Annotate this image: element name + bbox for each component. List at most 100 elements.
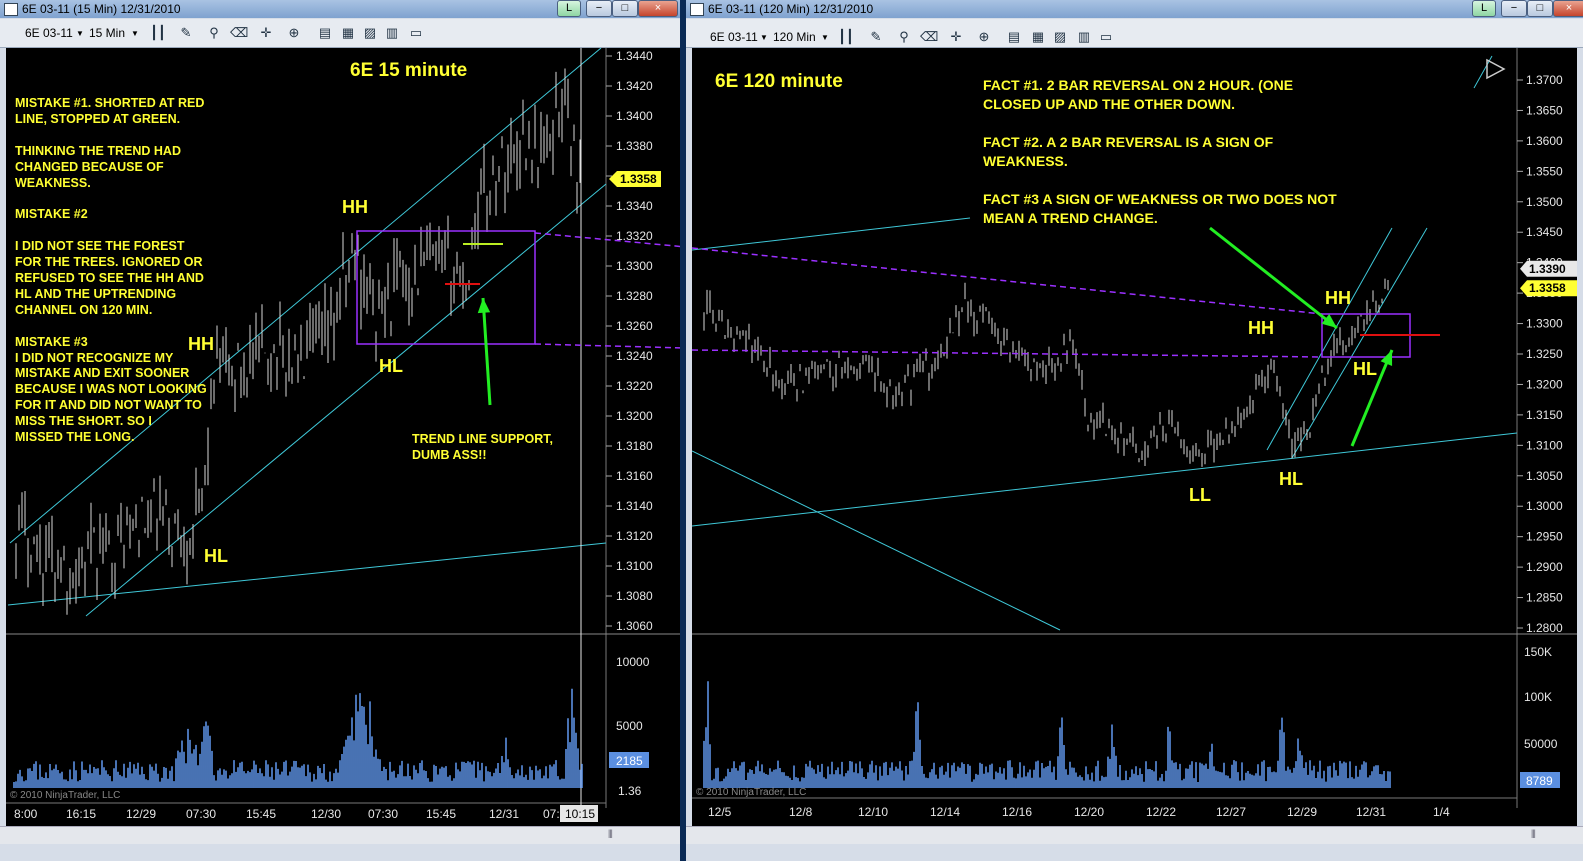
left-price-chart[interactable]: 1.34401.34201.34001.33801.33601.33401.33… (6, 48, 680, 826)
pencil-icon[interactable]: ✎ (178, 25, 194, 41)
time-tick-label: 15:45 (426, 807, 456, 821)
support-note: TREND LINE SUPPORT, DUMB ASS!! (412, 432, 553, 462)
strategy-icon[interactable]: ▦ (1030, 29, 1046, 45)
minimize-button[interactable]: − (1501, 0, 1527, 17)
left-titlebar: 6E 03-11 (15 Min) 12/31/2010 L − □ × (0, 0, 680, 18)
eraser-icon[interactable]: ⌫ (230, 25, 248, 41)
instrument-selector[interactable]: 6E 03-11 (710, 30, 758, 44)
instrument-selector[interactable]: 6E 03-11 (25, 26, 73, 40)
link-button[interactable]: L (557, 0, 581, 17)
close-button[interactable]: × (1553, 0, 1583, 17)
right-horizontal-scrollbar[interactable]: ⦀ (686, 826, 1583, 844)
price-tick-label: 1.3200 (1526, 377, 1563, 391)
pin-icon[interactable]: ⚲ (896, 29, 912, 45)
time-tick-label: 07:30 (368, 807, 398, 821)
hh-label: HH (342, 197, 368, 217)
time-tick-label: 12/20 (1074, 805, 1104, 819)
data-box-icon[interactable]: ▭ (408, 25, 424, 41)
time-tick-label: 12/29 (1287, 805, 1317, 819)
chart-icon[interactable]: ▨ (362, 25, 378, 41)
data-box-icon[interactable]: ▭ (1098, 29, 1114, 45)
app-icon (690, 3, 704, 16)
price-tick-label: 1.3440 (616, 49, 653, 63)
minimize-button[interactable]: − (586, 0, 612, 17)
last-price-label: 1.3390 (1529, 262, 1566, 276)
current-price-label: 1.3358 (620, 172, 657, 186)
volume-tick-label: 100K (1524, 690, 1552, 704)
crosshair-icon[interactable]: ✛ (948, 29, 964, 45)
chart-icon[interactable]: ▨ (1052, 29, 1068, 45)
scroll-grip-icon[interactable]: ⦀ (1531, 829, 1536, 842)
hl-label: HL (1279, 469, 1303, 489)
crosshair-icon[interactable]: ✛ (258, 25, 274, 41)
pencil-icon[interactable]: ✎ (868, 29, 884, 45)
scroll-grip-icon[interactable]: ⦀ (608, 829, 613, 842)
price-tick-label: 1.3600 (1526, 134, 1563, 148)
time-tick-label: 07:30 (186, 807, 216, 821)
price-tick-label: 1.3080 (616, 589, 653, 603)
price-tick-label: 1.3200 (616, 409, 653, 423)
support-arrow (481, 297, 492, 406)
price-tick-label: 1.3550 (1526, 164, 1563, 178)
time-current-label: 10:15 (565, 807, 595, 821)
zoom-icon[interactable]: ⊕ (286, 25, 302, 41)
copyright-label: © 2010 NinjaTrader, LLC (10, 790, 120, 801)
trend-channel-lower (1291, 227, 1428, 459)
time-tick-label: 1/4 (1433, 805, 1450, 819)
left-chart-window: 6E 03-11 (15 Min) 12/31/2010 L − □ × 6E … (0, 0, 680, 861)
chevron-down-icon[interactable]: ▼ (821, 33, 829, 42)
maximize-button[interactable]: □ (1527, 0, 1553, 17)
time-tick-label: 12/16 (1002, 805, 1032, 819)
properties-icon[interactable]: ▥ (384, 25, 400, 41)
chevron-down-icon[interactable]: ▼ (76, 29, 84, 38)
box-projection-bottom (534, 343, 680, 349)
close-button[interactable]: × (638, 0, 678, 17)
price-tick-label: 1.2900 (1526, 560, 1563, 574)
strategy-icon[interactable]: ▦ (340, 25, 356, 41)
chevron-down-icon[interactable]: ▼ (131, 29, 139, 38)
price-tick-label: 1.3140 (616, 499, 653, 513)
bar-type-icon[interactable]: ┃┃ (838, 29, 854, 45)
consolidation-box (356, 230, 536, 345)
pin-icon[interactable]: ⚲ (206, 25, 222, 41)
price-tick-label: 1.3300 (616, 259, 653, 273)
price-tick-label: 1.3700 (1526, 73, 1563, 87)
volume-bars (13, 688, 583, 788)
zoom-icon[interactable]: ⊕ (976, 29, 992, 45)
price-tick-label: 1.3320 (616, 229, 653, 243)
time-tick-label: 12/8 (789, 805, 813, 819)
price-tick-label: 1.3220 (616, 379, 653, 393)
volume-tick-label: 150K (1524, 645, 1552, 659)
time-tick-label: 12/27 (1216, 805, 1246, 819)
eraser-icon[interactable]: ⌫ (920, 29, 938, 45)
time-tick-label: 12/31 (1356, 805, 1386, 819)
box-projection-top (692, 247, 1323, 315)
right-window-title: 6E 03-11 (120 Min) 12/31/2010 (708, 2, 874, 16)
bar-type-icon[interactable]: ┃┃ (150, 25, 166, 41)
copyright-label: © 2010 NinjaTrader, LLC (696, 787, 806, 798)
indicators-icon[interactable]: ▤ (1006, 29, 1022, 45)
volume-last-label: 2185 (616, 754, 643, 768)
right-price-chart[interactable]: 1.37001.36501.36001.35501.35001.34501.34… (692, 48, 1577, 826)
chevron-down-icon[interactable]: ▼ (760, 33, 768, 42)
right-chart-title: 6E 120 minute (715, 71, 843, 92)
right-toolbar: 6E 03-11 ▼ 120 Min ▼ ┃┃ ✎ ⚲ ⌫ ✛ ⊕ ▤ ▦ ▨ … (686, 19, 1583, 48)
interval-selector[interactable]: 15 Min (89, 26, 125, 40)
time-tick-label: 16:15 (66, 807, 96, 821)
maximize-button[interactable]: □ (612, 0, 638, 17)
indicators-icon[interactable]: ▤ (317, 25, 333, 41)
price-tick-label: 1.3300 (1526, 317, 1563, 331)
left-horizontal-scrollbar[interactable]: ⦀ (0, 826, 680, 844)
properties-icon[interactable]: ▥ (1076, 29, 1092, 45)
time-tick-label: 12/5 (708, 805, 732, 819)
hh-label: HH (188, 334, 214, 354)
mistakes-note: MISTAKE #1. SHORTED AT RED LINE, STOPPED… (15, 96, 207, 445)
time-tick-label: 12/10 (858, 805, 888, 819)
price-tick-label: 1.3060 (616, 619, 653, 633)
interval-selector[interactable]: 120 Min (773, 30, 816, 44)
volume-tick-label: 5000 (616, 719, 643, 733)
time-tick-label: 12/22 (1146, 805, 1176, 819)
box-projection-top (534, 232, 680, 248)
link-button[interactable]: L (1472, 0, 1496, 17)
left-window-title: 6E 03-11 (15 Min) 12/31/2010 (22, 2, 181, 16)
